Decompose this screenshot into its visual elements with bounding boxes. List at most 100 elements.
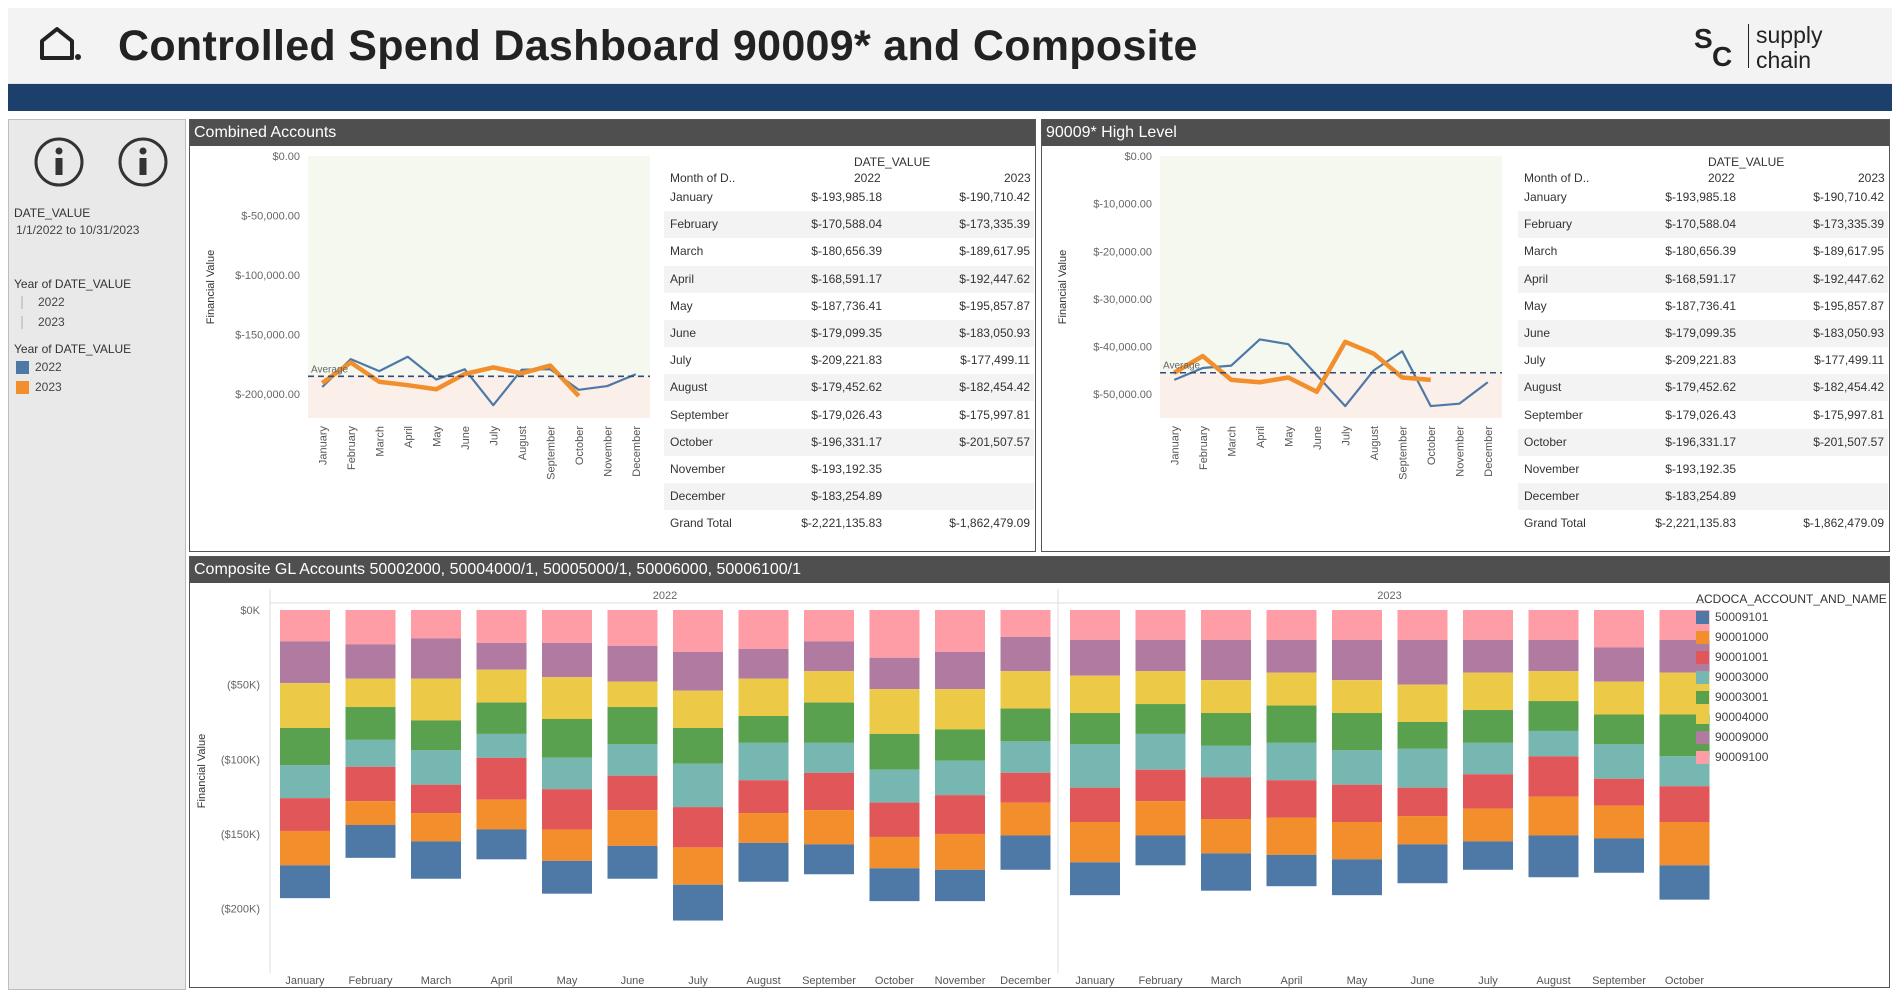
info-icon[interactable] — [117, 136, 169, 188]
composite-stacked-bar-chart[interactable]: $0K ($50K) ($100K) ($150K) ($200K) 2022 2023 Fi… — [190, 583, 1710, 987]
table-row[interactable]: February $-170,588.04 $-173,335.39 — [664, 211, 1034, 239]
table-header-month: Month of D.. — [1524, 171, 1590, 185]
table-header-2023: 2023 — [1858, 171, 1885, 185]
grand-total-row[interactable]: Grand Total $-2,221,135.83 $-1,862,479.09 — [1518, 510, 1888, 537]
x-tick-label: July — [688, 975, 708, 987]
bar-segment-90009100 — [1135, 610, 1186, 640]
info-icon[interactable] — [33, 136, 85, 188]
table-row[interactable]: September $-179,026.43 $-175,997.81 — [1518, 402, 1888, 429]
value-2022-cell: $-193,985.18 — [811, 190, 882, 204]
account-legend-item[interactable]: 90001000 — [1696, 630, 1768, 644]
table-row[interactable]: March $-180,656.39 $-189,617.95 — [1518, 238, 1888, 265]
value-2022-cell: $-168,591.17 — [1665, 271, 1736, 286]
bar-segment-90004000 — [1594, 681, 1644, 715]
value-2023-cell: $-173,335.39 — [959, 217, 1030, 232]
bar-segment-90003001 — [804, 702, 854, 743]
combined-line-chart[interactable]: $0.00 $-50,000.00 $-100,000.00 $-150,000.00… — [190, 146, 660, 551]
table-row[interactable]: December $-183,254.89 — [664, 483, 1034, 511]
bar-segment-90009000 — [738, 648, 789, 679]
x-tick-label: January — [317, 426, 329, 466]
bar-segment-50009101 — [935, 869, 985, 902]
bar-segment-90009100 — [869, 610, 920, 658]
value-2022-cell: $-193,192.35 — [811, 462, 882, 476]
bar-segment-90001000 — [345, 801, 396, 825]
table-row[interactable]: March $-180,656.39 $-189,617.95 — [664, 238, 1034, 265]
month-cell: October — [1524, 434, 1567, 449]
table-row[interactable]: January $-193,985.18 $-190,710.42 — [1518, 184, 1888, 211]
value-2023-cell: $-175,997.81 — [959, 407, 1030, 422]
table-row[interactable]: April $-168,591.17 $-192,447.62 — [1518, 265, 1888, 293]
month-cell: October — [670, 434, 713, 449]
table-row[interactable]: February $-170,588.04 $-173,335.39 — [1518, 211, 1888, 239]
bar-segment-90001000 — [1070, 822, 1120, 863]
table-row[interactable]: December $-183,254.89 — [1518, 483, 1888, 511]
date-filter-value[interactable]: 1/1/2022 to 10/31/2023 — [16, 223, 139, 237]
value-2022-cell: $-179,452.62 — [811, 380, 882, 395]
table-row[interactable]: May $-187,736.41 $-195,857.87 — [1518, 293, 1888, 320]
table-row[interactable]: June $-179,099.35 $-183,050.93 — [1518, 320, 1888, 347]
account-legend-item[interactable]: 50009101 — [1696, 610, 1768, 624]
table-row[interactable]: August $-179,452.62 $-182,454.42 — [664, 374, 1034, 402]
bar-segment-90003000 — [607, 744, 658, 776]
bar-segment-90001001 — [935, 795, 985, 834]
bar-segment-90003001 — [1594, 714, 1644, 745]
value-2023-cell: $-182,454.42 — [1813, 380, 1884, 395]
y-axis-label: Financial Value — [196, 734, 208, 808]
bar-segment-90009100 — [345, 610, 396, 645]
bar-segment-90009000 — [1070, 639, 1120, 676]
home-icon[interactable] — [38, 24, 82, 64]
table-row[interactable]: November $-193,192.35 — [1518, 456, 1888, 483]
month-cell: April — [1524, 271, 1549, 286]
plot-area-below-average — [1160, 372, 1502, 418]
account-legend-item[interactable]: 90003001 — [1696, 690, 1768, 704]
month-cell: May — [670, 298, 693, 313]
value-2023-cell: $-173,335.39 — [1813, 217, 1884, 232]
bar-segment-90001000 — [1594, 805, 1644, 839]
year-filter-marker — [21, 315, 23, 329]
table-row[interactable]: October $-196,331.17 $-201,507.57 — [1518, 428, 1888, 456]
bar-segment-90009000 — [542, 642, 592, 678]
bar-segment-90009100 — [1000, 610, 1051, 637]
year-filter-item[interactable]: 2022 — [16, 295, 65, 309]
x-tick-label: March — [1211, 975, 1242, 987]
bar-segment-90003000 — [738, 742, 789, 781]
legend-label: 90003001 — [1715, 690, 1769, 704]
bar-segment-90004000 — [1070, 675, 1120, 714]
year-filter-item[interactable]: 2023 — [16, 315, 65, 329]
bar-segment-90001001 — [1135, 769, 1186, 802]
sc-logo-mark: S C — [1694, 23, 1732, 70]
year-filter-label: 2022 — [38, 295, 65, 309]
x-tick-label: September — [1592, 975, 1646, 987]
table-row[interactable]: August $-179,452.62 $-182,454.42 — [1518, 374, 1888, 402]
account-legend-item[interactable]: 90009100 — [1696, 750, 1768, 764]
table-row[interactable]: July $-209,221.83 $-177,499.11 — [664, 347, 1034, 374]
y-tick-label: ($200K) — [221, 904, 260, 916]
x-tick-label: August — [1536, 975, 1570, 987]
table-row[interactable]: October $-196,331.17 $-201,507.57 — [664, 428, 1034, 456]
table-row[interactable]: November $-193,192.35 — [664, 456, 1034, 483]
value-2022-cell: $-170,588.04 — [811, 217, 882, 232]
bar-segment-90001001 — [804, 772, 854, 811]
composite-gl-panel: Composite GL Accounts 50002000, 50004000… — [189, 556, 1890, 988]
year-color-legend-item[interactable]: 2023 — [16, 380, 62, 394]
table-row[interactable]: June $-179,099.35 $-183,050.93 — [664, 320, 1034, 347]
table-row[interactable]: January $-193,985.18 $-190,710.42 — [664, 184, 1034, 211]
bar-segment-90009000 — [1397, 639, 1448, 685]
table-row[interactable]: September $-179,026.43 $-175,997.81 — [664, 402, 1034, 429]
grand-total-row[interactable]: Grand Total $-2,221,135.83 $-1,862,479.09 — [664, 510, 1034, 537]
high-level-line-chart[interactable]: $0.00 $-10,000.00 $-20,000.00 $-30,000.00 $-… — [1042, 146, 1512, 551]
bar-segment-90001001 — [1528, 756, 1579, 797]
table-row[interactable]: May $-187,736.41 $-195,857.87 — [664, 293, 1034, 320]
account-legend-item[interactable]: 90009000 — [1696, 730, 1768, 744]
table-row[interactable]: April $-168,591.17 $-192,447.62 — [664, 265, 1034, 293]
year-color-legend-item[interactable]: 2022 — [16, 360, 62, 374]
bar-segment-90009100 — [804, 610, 854, 642]
bar-segment-90003000 — [673, 763, 723, 808]
bar-segment-90001000 — [1266, 817, 1317, 855]
account-legend-item[interactable]: 90001001 — [1696, 650, 1768, 664]
value-2022-cell: $-209,221.83 — [1665, 353, 1736, 368]
legend-swatch — [1696, 610, 1709, 624]
table-row[interactable]: July $-209,221.83 $-177,499.11 — [1518, 347, 1888, 374]
account-legend-item[interactable]: 90004000 — [1696, 710, 1768, 724]
account-legend-item[interactable]: 90003000 — [1696, 670, 1768, 684]
